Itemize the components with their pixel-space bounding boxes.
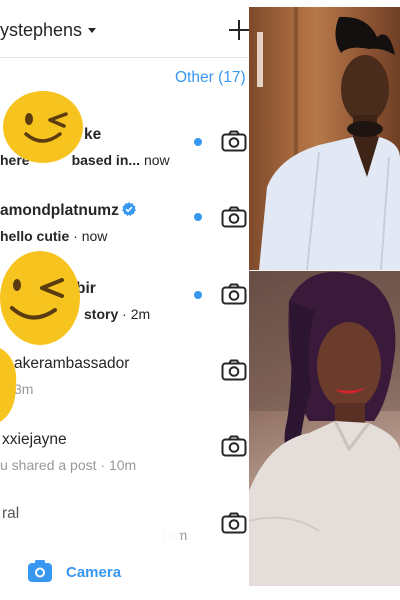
unread-dot [194,213,202,221]
emoji-fragment-icon [0,348,17,422]
thread-row[interactable]: akerambassador 3m [0,353,249,427]
unread-dot [194,138,202,146]
thread-username: amondplatnumz [0,202,136,220]
thread-username: xxiejayne [2,431,67,448]
bottom-camera-bar: Camera [0,545,249,600]
thread-row[interactable]: xxiejayne u shared a post · 10m [0,429,249,503]
camera-icon[interactable] [221,130,247,152]
camera-icon[interactable] [28,560,52,582]
chevron-down-icon[interactable] [88,28,96,33]
wink-emoji-icon [3,91,83,163]
camera-icon[interactable] [221,206,247,228]
thread-username: ke [84,126,102,143]
thread-username: akerambassador [14,355,130,372]
thread-preview: hello cutie · now [0,228,108,244]
thread-preview: story · 2m [84,306,151,322]
camera-icon[interactable] [221,435,247,457]
camera-icon[interactable] [221,512,247,534]
camera-icon[interactable] [221,359,247,381]
unread-dot [194,291,202,299]
direct-inbox: ystephens Other (17) ke here based in... … [0,0,249,600]
man-portrait-image [257,7,400,270]
plus-icon[interactable] [229,20,249,40]
photo-man [249,7,400,270]
thread-preview: u shared a post · 10m [0,457,137,473]
redaction-scribble [30,505,180,549]
wink-emoji-icon [0,251,80,345]
photo-woman [249,271,400,586]
message-requests-link[interactable]: Other (17) [175,69,246,87]
camera-icon[interactable] [221,283,247,305]
woman-portrait-image [249,271,400,586]
thread-username: ral [2,505,20,522]
verified-badge-icon [121,202,136,216]
photo-bottom-margin [249,586,400,600]
camera-button[interactable]: Camera [66,564,121,581]
account-username[interactable]: ystephens [0,20,82,41]
inbox-header: ystephens [0,0,249,58]
